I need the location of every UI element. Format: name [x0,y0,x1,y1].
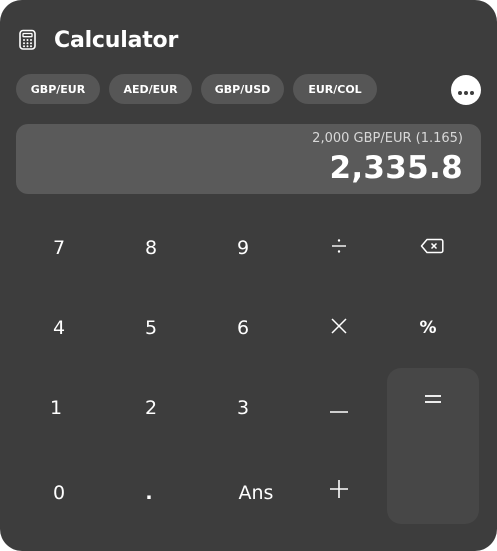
key-minus[interactable] [299,378,379,438]
divide-icon [330,237,348,260]
key-2[interactable]: 2 [111,378,191,438]
key-backspace[interactable] [392,218,472,278]
expression-text: 2,000 GBP/EUR (1.165) [312,131,463,146]
chip-eur-col[interactable]: EUR/COL [293,74,377,104]
key-3[interactable]: 3 [203,378,283,438]
result-display: 2,000 GBP/EUR (1.165) 2,335.8 [16,124,481,194]
key-9[interactable]: 9 [203,218,283,278]
key-plus[interactable] [299,461,379,521]
currency-pair-chips: GBP/EUR AED/EUR GBP/USD EUR/COL [16,74,386,104]
result-value: 2,335.8 [329,150,463,186]
key-1[interactable]: 1 [16,378,96,438]
key-8[interactable]: 8 [111,218,191,278]
key-percent[interactable]: % [388,298,468,358]
calculator-icon [16,28,40,52]
key-6[interactable]: 6 [203,298,283,358]
calculator-window: Calculator GBP/EUR AED/EUR GBP/USD EUR/C… [0,0,497,551]
equals-button[interactable] [387,368,479,524]
chip-gbp-eur[interactable]: GBP/EUR [16,74,100,104]
key-4[interactable]: 4 [19,298,99,358]
chip-aed-eur[interactable]: AED/EUR [109,74,192,104]
key-5[interactable]: 5 [111,298,191,358]
backspace-icon [420,237,444,259]
more-horizontal-icon [457,81,475,100]
plus-icon [329,479,349,504]
more-options-button[interactable] [451,75,481,105]
key-multiply[interactable] [299,298,379,358]
key-7[interactable]: 7 [19,218,99,278]
title-bar: Calculator [16,24,178,56]
key-ans[interactable]: Ans [216,463,296,523]
multiply-icon [330,317,348,340]
app-title: Calculator [54,27,179,53]
key-0[interactable]: 0 [19,463,99,523]
key-decimal[interactable]: . [109,463,189,523]
minus-icon [329,397,349,419]
key-divide[interactable] [299,218,379,278]
chip-gbp-usd[interactable]: GBP/USD [201,74,284,104]
